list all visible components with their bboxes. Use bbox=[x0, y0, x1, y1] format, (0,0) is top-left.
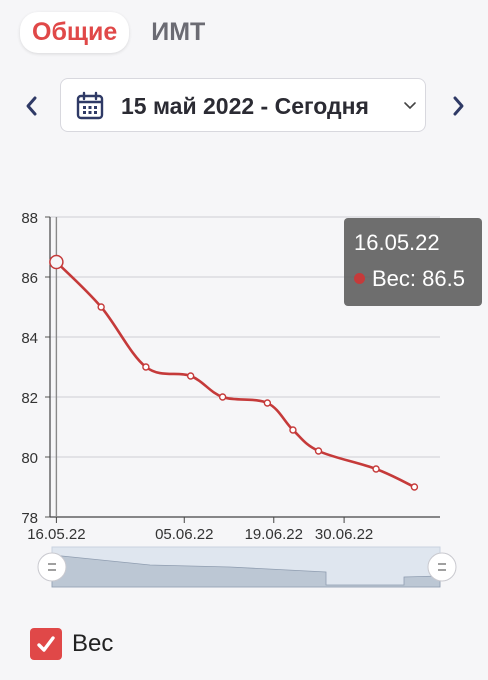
tooltip-value: Вес: 86.5 bbox=[372, 266, 465, 291]
tooltip-series-marker bbox=[354, 273, 365, 284]
weight-series-checkbox[interactable] bbox=[30, 628, 62, 660]
chevron-right-icon bbox=[453, 96, 464, 116]
tooltip-date: 16.05.22 bbox=[354, 230, 440, 255]
x-tick-label: 19.06.22 bbox=[245, 526, 303, 543]
slider-handle[interactable] bbox=[37, 552, 67, 582]
range-slider bbox=[37, 546, 457, 588]
data-point bbox=[263, 399, 272, 407]
y-tick-label: 86 bbox=[21, 270, 38, 287]
x-axis: 16.05.22 05.06.22 19.06.22 30.06.22 bbox=[27, 516, 440, 543]
tab-bar: Общие ИМТ bbox=[20, 10, 217, 54]
next-period-button[interactable] bbox=[446, 93, 472, 119]
data-point bbox=[97, 303, 105, 311]
data-point bbox=[289, 426, 297, 434]
y-tick-label: 82 bbox=[21, 390, 38, 407]
highlighted-data-point bbox=[49, 254, 64, 270]
y-tick-label: 88 bbox=[21, 210, 38, 227]
chevron-down-icon bbox=[404, 102, 416, 110]
tab-bmi[interactable]: ИМТ bbox=[147, 12, 217, 53]
y-tick-label: 78 bbox=[21, 510, 38, 527]
slider-handle[interactable] bbox=[427, 552, 457, 582]
chevron-left-icon bbox=[26, 96, 37, 116]
prev-period-button[interactable] bbox=[18, 93, 44, 119]
data-point bbox=[372, 465, 380, 473]
legend-label-weight: Вес bbox=[72, 630, 114, 657]
tab-general[interactable]: Общие bbox=[20, 11, 130, 53]
x-tick-label: 05.06.22 bbox=[155, 526, 213, 543]
data-point bbox=[218, 393, 227, 401]
data-point bbox=[314, 447, 323, 455]
y-tick-label: 84 bbox=[21, 330, 38, 347]
checkmark-icon bbox=[37, 636, 55, 652]
data-point bbox=[142, 363, 150, 371]
data-point bbox=[186, 372, 195, 380]
x-tick-label: 16.05.22 bbox=[27, 526, 85, 543]
y-axis: 78 80 82 84 86 88 bbox=[21, 210, 51, 527]
data-point bbox=[410, 483, 419, 491]
x-tick-label: 30.06.22 bbox=[315, 526, 373, 543]
y-tick-label: 80 bbox=[21, 450, 38, 467]
date-range-picker[interactable]: 15 май 2022 - Сегодня bbox=[60, 78, 426, 132]
chart-legend: Вес bbox=[30, 628, 113, 660]
date-range-label: 15 май 2022 - Сегодня bbox=[121, 93, 369, 119]
calendar-icon bbox=[76, 91, 104, 120]
chart-tooltip: 16.05.22 Вес: 86.5 bbox=[344, 218, 482, 306]
